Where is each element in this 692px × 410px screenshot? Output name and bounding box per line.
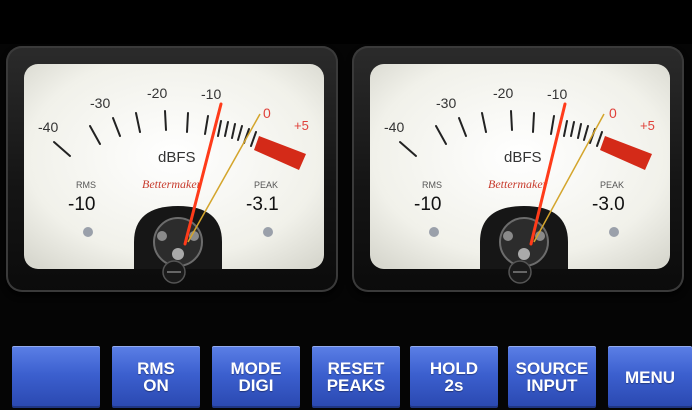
unit-label: dBFS <box>504 149 542 166</box>
brand-logo: Bettermaker <box>488 177 548 191</box>
scale-label: -30 <box>90 95 110 111</box>
button-label: HOLD <box>429 359 479 378</box>
scale-label: -40 <box>384 119 404 135</box>
unit-label: dBFS <box>158 149 196 166</box>
button-label: PEAKS <box>326 376 386 395</box>
peak-value: -3.1 <box>246 194 279 215</box>
scale-label-zero: 0 <box>263 105 271 121</box>
vu-meter-left-graphic: -40 -30 -20 -10 0 +5 dBFS Bettermaker RM… <box>24 64 324 284</box>
blank-button[interactable] <box>12 346 100 408</box>
rms-value: -10 <box>68 194 95 215</box>
button-label: SOURCE <box>515 359 589 378</box>
button-label: ON <box>143 376 169 395</box>
rms-value: -10 <box>414 194 441 215</box>
vu-meter-left: -40 -30 -20 -10 0 +5 dBFS Bettermaker RM… <box>6 46 338 292</box>
screw-icon <box>429 227 439 237</box>
vu-meter-screen: -40 -30 -20 -10 0 +5 dBFS Bettermaker RM… <box>0 0 692 410</box>
vu-meter-right: -40 -30 -20 -10 0 +5 dBFS Bettermaker RM… <box>352 46 684 292</box>
mode-button[interactable]: MODE DIGI <box>212 346 300 408</box>
button-label: RMS <box>137 359 175 378</box>
scale-label: -10 <box>547 86 567 102</box>
peak-value: -3.0 <box>592 194 625 215</box>
softkey-bar: RMS ON MODE DIGI RESET PEAKS HOLD 2s SOU… <box>0 344 692 410</box>
screw-icon <box>609 227 619 237</box>
rms-toggle-button[interactable]: RMS ON <box>112 346 200 408</box>
peak-label: PEAK <box>254 180 278 190</box>
scale-label: -20 <box>147 85 167 101</box>
button-label: INPUT <box>526 376 578 395</box>
menu-button[interactable]: MENU <box>608 346 692 408</box>
vu-meter-right-graphic: -40 -30 -20 -10 0 +5 dBFS Bettermaker RM… <box>370 64 670 284</box>
reset-peaks-button[interactable]: RESET PEAKS <box>312 346 400 408</box>
brand-logo: Bettermaker <box>142 177 202 191</box>
source-button[interactable]: SOURCE INPUT <box>508 346 596 408</box>
button-label: MODE <box>230 359 282 378</box>
scale-label: -30 <box>436 95 456 111</box>
button-label: RESET <box>327 359 385 378</box>
top-bar <box>0 0 692 44</box>
scale-label: -10 <box>201 86 221 102</box>
scale-label-zero: 0 <box>609 105 617 121</box>
screw-icon <box>83 227 93 237</box>
button-label: DIGI <box>238 376 274 395</box>
scale-label-plus5: +5 <box>640 118 655 133</box>
scale-label: -20 <box>493 85 513 101</box>
rms-label: RMS <box>422 180 442 190</box>
peak-label: PEAK <box>600 180 624 190</box>
hold-button[interactable]: HOLD 2s <box>410 346 498 408</box>
button-label: 2s <box>444 376 464 395</box>
button-label: MENU <box>624 367 676 387</box>
scale-label-plus5: +5 <box>294 118 309 133</box>
scale-label: -40 <box>38 119 58 135</box>
rms-label: RMS <box>76 180 96 190</box>
screw-icon <box>263 227 273 237</box>
